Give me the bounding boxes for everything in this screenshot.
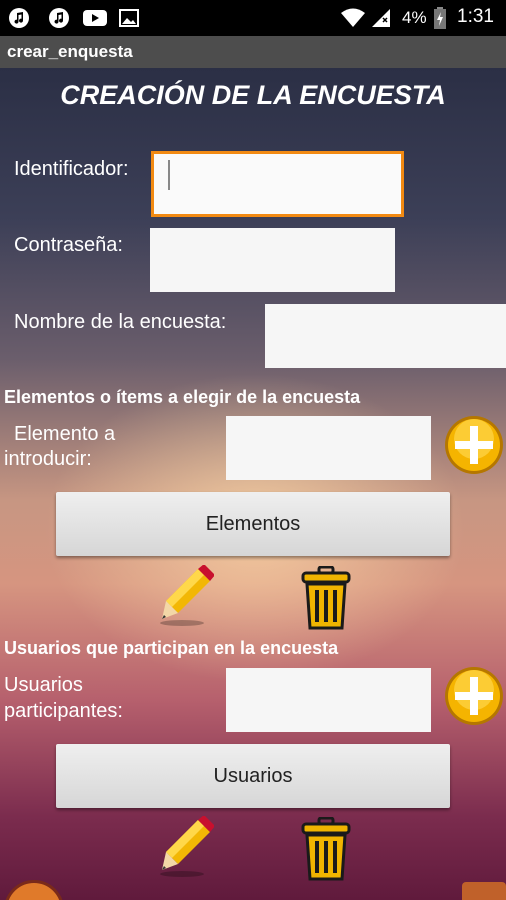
music-note-icon — [49, 8, 69, 28]
password-label: Contraseña: — [14, 234, 123, 256]
add-user-button[interactable] — [444, 666, 504, 726]
element-input-label-line1: Elemento a — [14, 423, 116, 445]
youtube-icon — [83, 10, 107, 26]
elements-section-title: Elementos o ítems a elegir de la encuest… — [4, 387, 361, 407]
users-input-label-line1: Usuarios — [4, 674, 83, 696]
app-title: crear_enquesta — [7, 42, 133, 61]
users-section-title: Usuarios que participan en la encuesta — [4, 638, 339, 658]
survey-name-field[interactable] — [265, 304, 506, 368]
battery-charging-icon — [434, 7, 446, 29]
form-screen: CREACIÓN DE LA ENCUESTA Identificador: C… — [0, 68, 506, 900]
users-list-button[interactable]: Usuarios — [56, 744, 450, 808]
battery-percent: 4% — [402, 8, 427, 27]
status-bar: 4% 1:31 — [0, 0, 506, 36]
element-input-label-line2: introducir: — [4, 448, 92, 470]
signal-icon — [372, 9, 390, 27]
clock: 1:31 — [457, 6, 494, 27]
trash-icon[interactable] — [300, 566, 352, 630]
page-title: CREACIÓN DE LA ENCUESTA — [60, 80, 446, 110]
users-input-field[interactable] — [226, 668, 431, 732]
music-note-icon — [9, 8, 29, 28]
action-bar: crear_enquesta — [0, 36, 506, 68]
element-input-field[interactable] — [226, 416, 431, 480]
identifier-field[interactable] — [151, 151, 404, 217]
trash-icon[interactable] — [300, 817, 352, 881]
identifier-label: Identificador: — [14, 158, 129, 180]
image-icon — [119, 9, 139, 27]
add-element-button[interactable] — [444, 415, 504, 475]
bottom-right-icon[interactable] — [462, 882, 506, 900]
wifi-icon — [341, 8, 365, 27]
survey-name-label: Nombre de la encuesta: — [14, 311, 227, 333]
users-input-label-line2: participantes: — [4, 700, 123, 722]
text-cursor — [168, 160, 170, 190]
edit-pencil-icon[interactable] — [158, 565, 214, 627]
elements-list-button[interactable]: Elementos — [56, 492, 450, 556]
bottom-left-round-button[interactable] — [4, 880, 64, 900]
password-field[interactable] — [150, 228, 395, 292]
edit-pencil-icon[interactable] — [158, 816, 214, 878]
